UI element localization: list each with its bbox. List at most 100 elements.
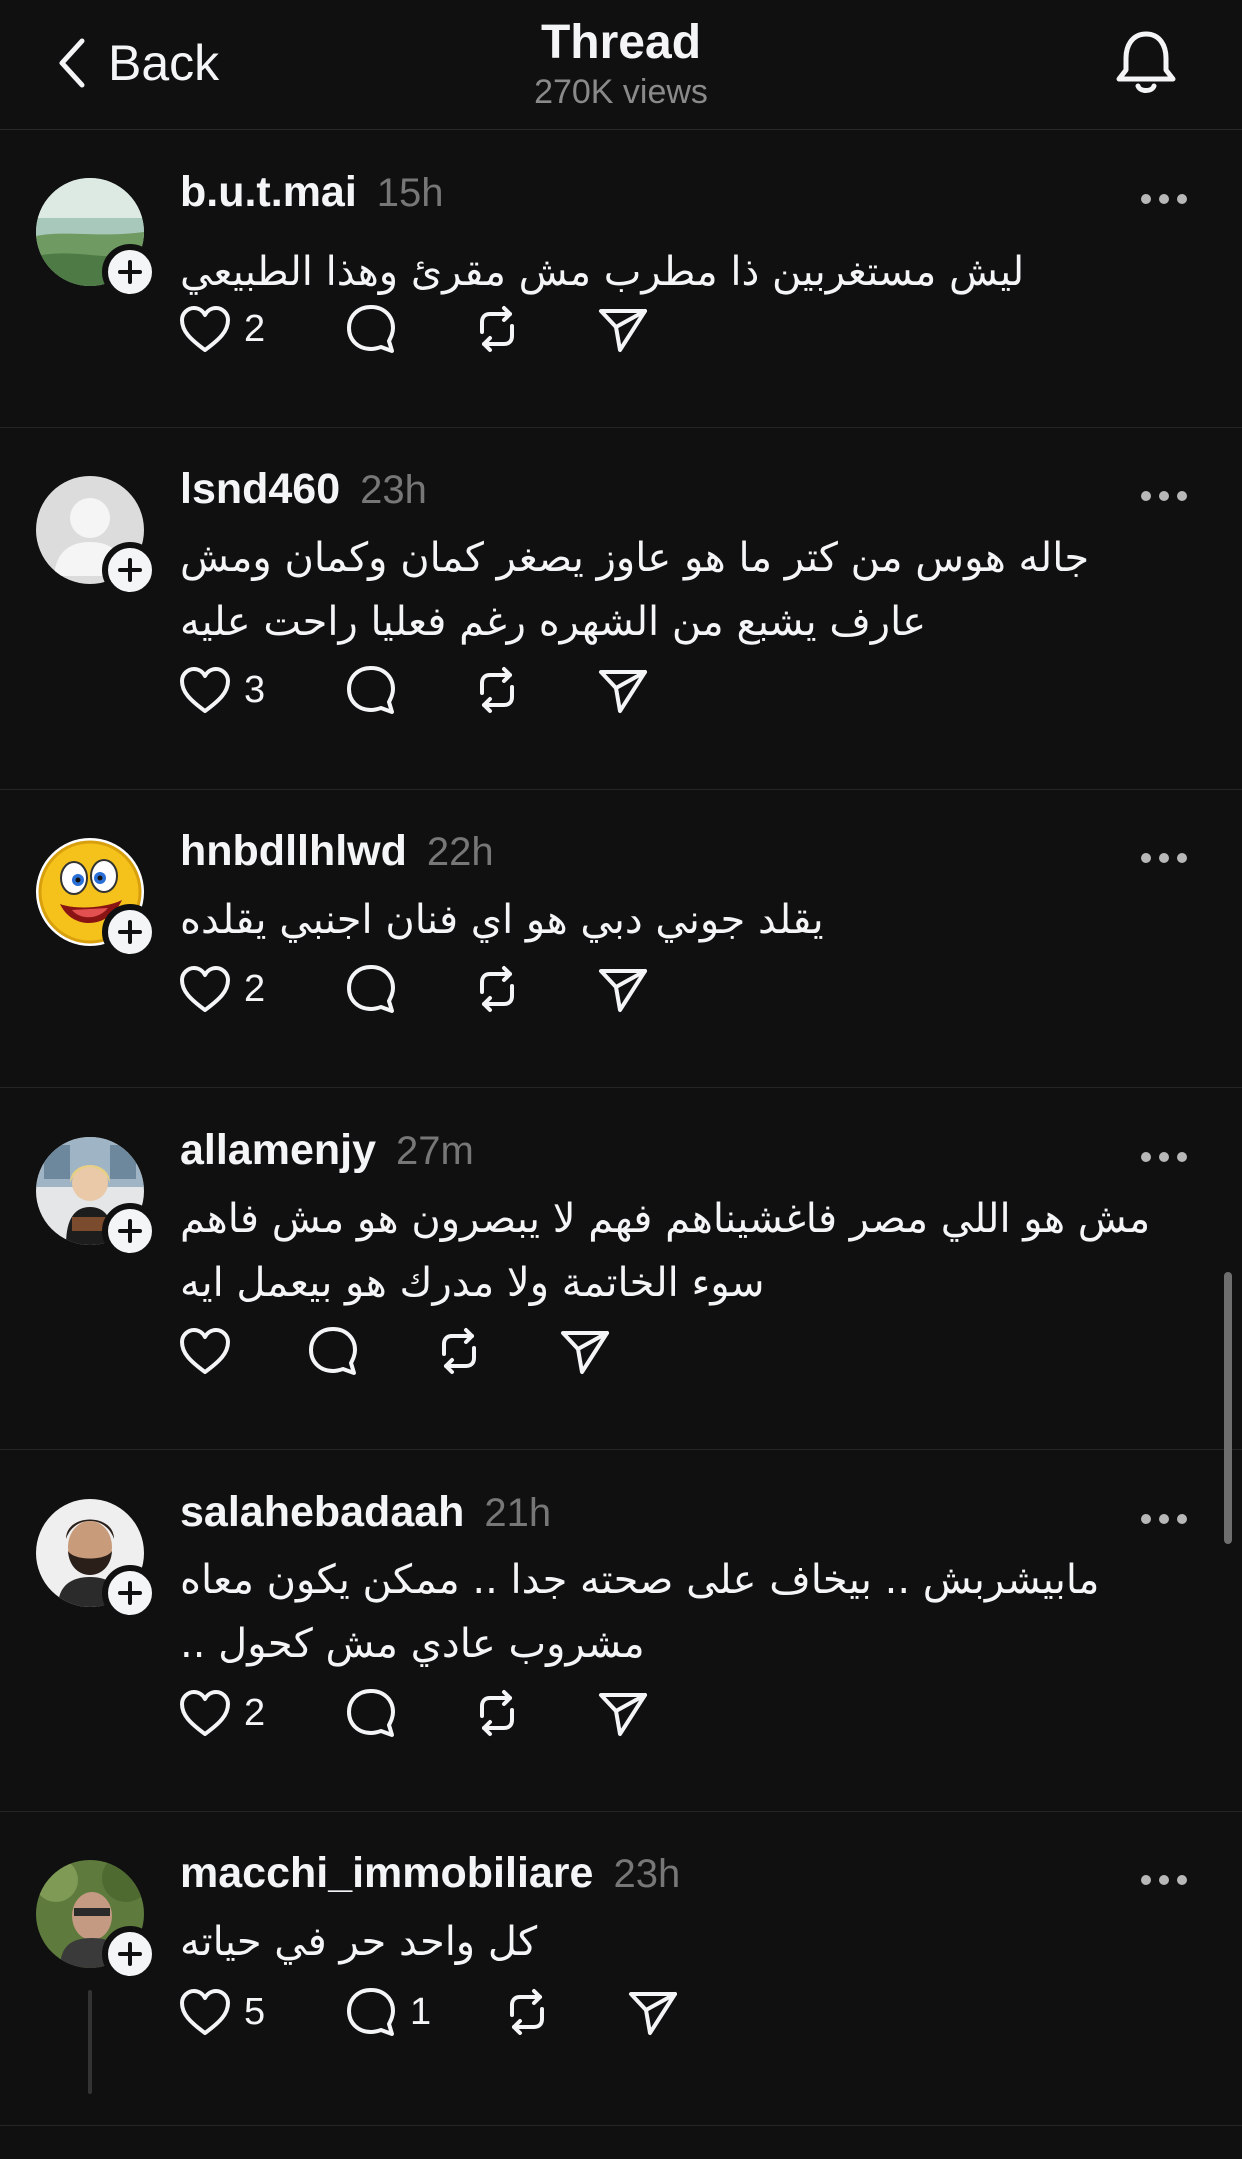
plus-icon bbox=[116, 1940, 144, 1968]
post-header: hnbdllhlwd 22h bbox=[180, 827, 494, 876]
reply-post[interactable]: hnbdllhlwd 22h يقلد جوني دبي هو اي فنان اج… bbox=[0, 790, 1242, 1088]
like-button[interactable]: 2 bbox=[178, 299, 265, 359]
like-button[interactable]: 2 bbox=[178, 1683, 265, 1743]
more-icon bbox=[1134, 481, 1194, 516]
avatar-container bbox=[36, 1499, 158, 1621]
repost-button[interactable] bbox=[470, 959, 524, 1019]
follow-button[interactable] bbox=[102, 1926, 158, 1982]
comment-icon bbox=[344, 1985, 398, 2039]
heart-icon bbox=[178, 665, 232, 715]
reply-post[interactable]: macchi_immobiliare 23h كل واحد حر في حياته… bbox=[0, 1812, 1242, 2126]
top-bar: Back Thread 270K views bbox=[0, 0, 1242, 130]
plus-icon bbox=[116, 556, 144, 584]
post-time: 23h bbox=[613, 1852, 681, 1896]
avatar-container bbox=[36, 838, 158, 960]
like-button[interactable]: 2 bbox=[178, 959, 265, 1019]
share-button[interactable] bbox=[626, 1982, 680, 2042]
send-icon bbox=[596, 1686, 650, 1740]
send-icon bbox=[596, 302, 650, 356]
username[interactable]: hnbdllhlwd bbox=[180, 827, 407, 876]
reply-button[interactable] bbox=[344, 1683, 398, 1743]
repost-icon bbox=[432, 1324, 486, 1378]
scrollbar[interactable] bbox=[1224, 1272, 1232, 1544]
likes-count: 2 bbox=[244, 1691, 266, 1734]
follow-button[interactable] bbox=[102, 244, 158, 300]
share-button[interactable] bbox=[596, 660, 650, 720]
reply-button[interactable]: 1 bbox=[344, 1982, 431, 2042]
plus-icon bbox=[116, 918, 144, 946]
more-options-button[interactable] bbox=[1134, 843, 1194, 873]
send-icon bbox=[596, 663, 650, 717]
heart-icon bbox=[178, 1688, 232, 1738]
username[interactable]: lsnd460 bbox=[180, 465, 340, 514]
repost-icon bbox=[470, 962, 524, 1016]
reply-post[interactable]: lsnd460 23h جاله هوس من كتر ما هو عاوز يصغ… bbox=[0, 428, 1242, 790]
reply-button[interactable] bbox=[344, 959, 398, 1019]
reply-post[interactable]: salahebadaah 21h مابيشربش .. بيخاف على صحت… bbox=[0, 1450, 1242, 1812]
avatar-container bbox=[36, 1860, 158, 1982]
post-text-line: يقلد جوني دبي هو اي فنان اجنبي يقلده bbox=[180, 897, 824, 943]
notifications-button[interactable] bbox=[1110, 26, 1182, 98]
follow-button[interactable] bbox=[102, 904, 158, 960]
reply-button[interactable] bbox=[344, 660, 398, 720]
post-header: b.u.t.mai 15h bbox=[180, 168, 444, 217]
title-block: Thread 270K views bbox=[0, 14, 1242, 112]
repost-button[interactable] bbox=[470, 660, 524, 720]
post-text-line: مابيشربش .. بيخاف على صحته جدا .. ممكن ي… bbox=[180, 1557, 1100, 1603]
reply-button[interactable] bbox=[344, 299, 398, 359]
post-text: مش هو اللي مصر فاغشيناهم فهم لا يبصرون ه… bbox=[180, 1187, 1190, 1315]
username[interactable]: macchi_immobiliare bbox=[180, 1849, 593, 1898]
post-text-line: مشروب عادي مش كحول .. bbox=[180, 1621, 645, 1667]
post-text-line: جاله هوس من كتر ما هو عاوز يصغر كمان وكم… bbox=[180, 535, 1090, 581]
heart-icon bbox=[178, 304, 232, 354]
avatar-container bbox=[36, 178, 158, 300]
plus-icon bbox=[116, 1217, 144, 1245]
send-icon bbox=[596, 962, 650, 1016]
repost-button[interactable] bbox=[470, 299, 524, 359]
repost-button[interactable] bbox=[432, 1321, 486, 1381]
more-icon bbox=[1134, 843, 1194, 878]
post-text: يقلد جوني دبي هو اي فنان اجنبي يقلده bbox=[180, 888, 1190, 952]
more-icon bbox=[1134, 184, 1194, 219]
reply-button[interactable] bbox=[306, 1321, 360, 1381]
like-button[interactable]: 3 bbox=[178, 660, 265, 720]
post-time: 23h bbox=[360, 468, 427, 512]
more-options-button[interactable] bbox=[1134, 184, 1194, 214]
repost-button[interactable] bbox=[500, 1982, 554, 2042]
like-button[interactable] bbox=[178, 1321, 232, 1381]
share-button[interactable] bbox=[596, 959, 650, 1019]
heart-icon bbox=[178, 1326, 232, 1376]
more-options-button[interactable] bbox=[1134, 1504, 1194, 1534]
repost-icon bbox=[470, 663, 524, 717]
follow-button[interactable] bbox=[102, 542, 158, 598]
likes-count: 3 bbox=[244, 668, 266, 711]
more-options-button[interactable] bbox=[1134, 1865, 1194, 1895]
more-icon bbox=[1134, 1865, 1194, 1900]
post-text: ليش مستغربين ذا مطرب مش مقرئ وهذا الطبيع… bbox=[180, 240, 1190, 304]
follow-button[interactable] bbox=[102, 1565, 158, 1621]
repost-button[interactable] bbox=[470, 1683, 524, 1743]
reply-post[interactable]: b.u.t.mai 15h ليش مستغربين ذا مطرب مش مقرئ… bbox=[0, 131, 1242, 428]
avatar-container bbox=[36, 1137, 158, 1259]
heart-icon bbox=[178, 964, 232, 1014]
more-options-button[interactable] bbox=[1134, 481, 1194, 511]
reply-post[interactable]: allamenjy 27m مش هو اللي مصر فاغشيناهم فهم… bbox=[0, 1088, 1242, 1450]
post-time: 22h bbox=[426, 830, 494, 874]
like-button[interactable]: 5 bbox=[178, 1982, 265, 2042]
share-button[interactable] bbox=[596, 299, 650, 359]
post-header: salahebadaah 21h bbox=[180, 1488, 551, 1537]
username[interactable]: salahebadaah bbox=[180, 1488, 464, 1537]
post-text-line: سوء الخاتمة ولا مدرك هو بيعمل ايه bbox=[180, 1260, 765, 1306]
likes-count: 2 bbox=[244, 967, 266, 1010]
bell-icon bbox=[1116, 31, 1176, 93]
username[interactable]: b.u.t.mai bbox=[180, 168, 357, 217]
post-time: 15h bbox=[376, 171, 444, 215]
share-button[interactable] bbox=[596, 1683, 650, 1743]
post-time: 27m bbox=[396, 1129, 474, 1173]
more-options-button[interactable] bbox=[1134, 1142, 1194, 1172]
post-text-line: كل واحد حر في حياته bbox=[180, 1919, 538, 1965]
username[interactable]: allamenjy bbox=[180, 1126, 376, 1175]
post-text: مابيشربش .. بيخاف على صحته جدا .. ممكن ي… bbox=[180, 1548, 1190, 1676]
follow-button[interactable] bbox=[102, 1203, 158, 1259]
share-button[interactable] bbox=[558, 1321, 612, 1381]
